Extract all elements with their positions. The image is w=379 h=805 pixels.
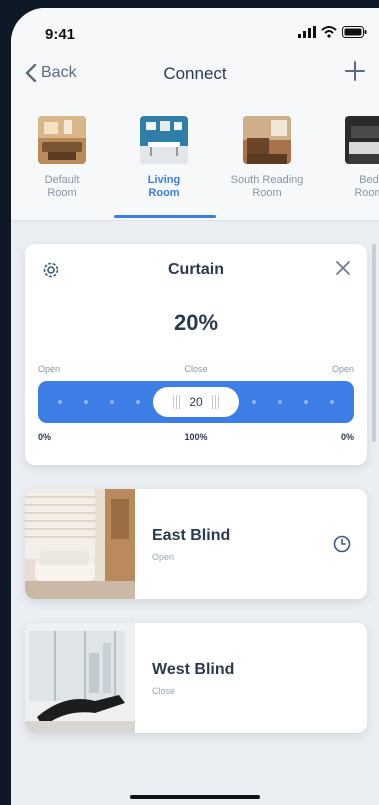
room-thumbnail [345,116,379,164]
add-button[interactable] [345,61,365,86]
west-blind-photo [25,623,135,733]
tab-label: Living Room [147,174,181,199]
tab-label: South Reading Room [230,174,304,199]
status-time: 9:41 [45,26,76,43]
plus-icon [345,61,365,81]
signal-icon [298,26,316,38]
header-area: 9:41 Back Connect Default Room Living Ro… [11,8,379,221]
home-indicator[interactable] [130,795,260,799]
slider-dot [58,400,62,404]
clock-icon [333,535,351,553]
status-icons [298,26,367,38]
slider-dot [304,400,308,404]
label-open-right: Open [331,364,354,374]
room-thumbnail [38,116,86,164]
close-icon [336,261,350,275]
tab-label: Default Room [44,174,80,199]
wifi-icon [321,26,337,38]
battery-icon [342,26,367,38]
scale-right: 0% [340,432,354,442]
tab-label: Bed Room [354,174,379,199]
scrollbar[interactable] [372,244,376,442]
room-tabs: Default Room Living Room South Reading R… [11,116,379,216]
grip-icon [211,395,219,409]
grip-icon [173,395,181,409]
east-blind-card[interactable]: East Blind Open [25,489,367,599]
room-thumbnail [140,116,188,164]
slider-dot [110,400,114,404]
curtain-card: Curtain 20% Open Close Open 20 0% 100% 0… [25,244,367,465]
curtain-slider[interactable]: 20 [38,381,354,423]
active-tab-indicator [114,215,216,218]
scale-center: 100% [184,432,208,442]
page-title: Connect [163,64,227,83]
tab-bed-room[interactable]: Bed Room [324,116,379,200]
blind-status: Open [152,552,175,562]
curtain-title: Curtain [168,261,224,278]
close-button[interactable] [335,260,351,281]
slider-dot [252,400,256,404]
tab-south-reading-room[interactable]: South Reading Room [222,116,312,200]
blind-name: West Blind [152,661,235,678]
slider-dot [278,400,282,404]
west-blind-card[interactable]: West Blind Close [25,623,367,733]
schedule-button[interactable] [333,535,351,558]
east-blind-photo [25,489,135,599]
blind-status: Close [152,686,176,696]
label-close: Close [184,364,208,374]
phone-screen: 9:41 Back Connect Default Room Living Ro… [11,8,379,805]
curtain-percent: 20% [173,310,219,335]
slider-value: 20 [189,395,203,409]
slider-dot [84,400,88,404]
slider-dot [136,400,140,404]
slider-knob[interactable]: 20 [153,387,239,417]
blind-name: East Blind [152,527,231,544]
tab-default-room[interactable]: Default Room [17,116,107,200]
room-thumbnail [243,116,291,164]
slider-dot [330,400,334,404]
tab-living-room[interactable]: Living Room [119,116,209,200]
